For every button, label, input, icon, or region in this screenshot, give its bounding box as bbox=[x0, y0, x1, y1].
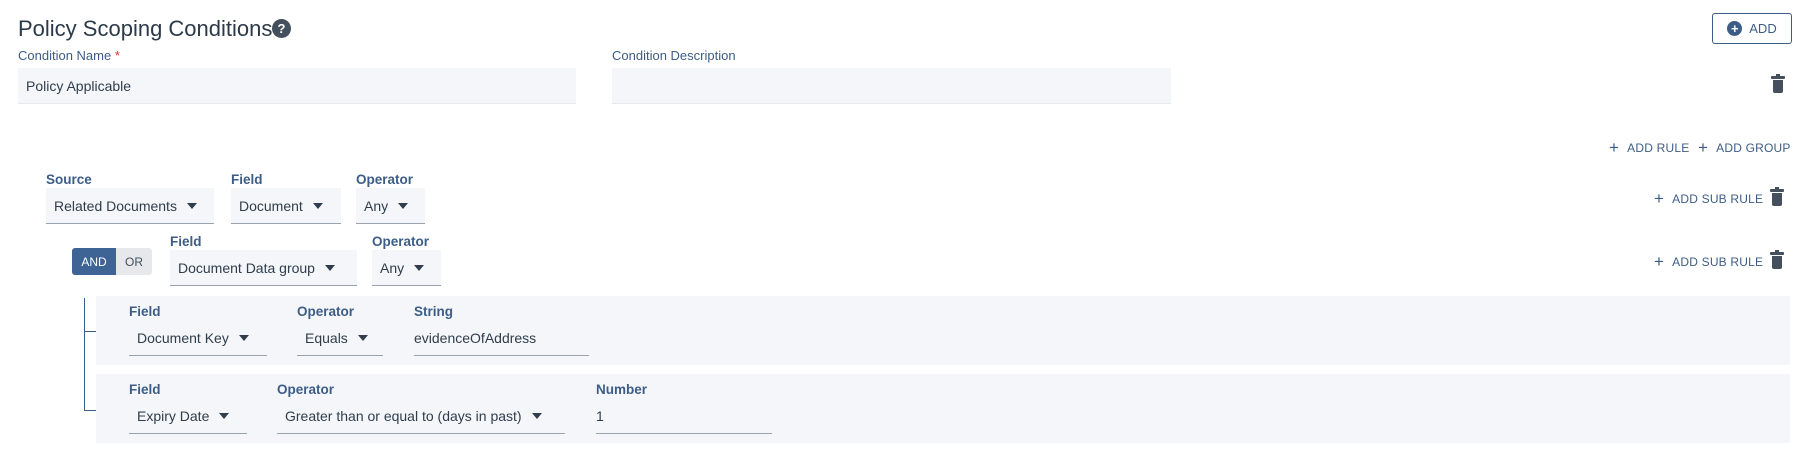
and-or-toggle[interactable]: AND OR bbox=[72, 248, 152, 275]
plus-icon: + bbox=[1654, 189, 1665, 208]
sub-rule-operator-select[interactable]: Equals bbox=[297, 320, 383, 356]
delete-rule-icon[interactable] bbox=[1770, 187, 1784, 206]
add-sub-rule-button[interactable]: + ADD SUB RULE bbox=[1654, 189, 1763, 208]
help-icon[interactable]: ? bbox=[272, 19, 291, 38]
sub-rule-value-label: String bbox=[414, 304, 453, 319]
sub-rule-string-input[interactable]: evidenceOfAddress bbox=[414, 320, 589, 356]
sub-rule-operator-select[interactable]: Greater than or equal to (days in past) bbox=[277, 398, 565, 434]
caret-down-icon bbox=[238, 334, 249, 341]
or-toggle[interactable]: OR bbox=[116, 248, 152, 275]
caret-down-icon bbox=[414, 264, 425, 271]
add-sub-rule-button[interactable]: + ADD SUB RULE bbox=[1654, 252, 1763, 271]
sub-rule-field-select[interactable]: Document Key bbox=[129, 320, 267, 356]
field-label: Field bbox=[231, 172, 263, 187]
group-branch-line bbox=[84, 298, 85, 411]
sub-rule-operator-label: Operator bbox=[297, 304, 355, 319]
sub-rule-number-input[interactable]: 1 bbox=[596, 398, 772, 434]
operator-select[interactable]: Any bbox=[356, 188, 425, 224]
field-select[interactable]: Document bbox=[231, 188, 341, 224]
plus-icon: + bbox=[1609, 138, 1620, 157]
plus-icon: + bbox=[1698, 138, 1709, 157]
sub-rule-value-label: Number bbox=[596, 382, 648, 397]
plus-icon: + bbox=[1654, 252, 1665, 271]
condition-description-label: Condition Description bbox=[612, 48, 736, 63]
and-toggle[interactable]: AND bbox=[72, 248, 116, 275]
delete-group-icon[interactable] bbox=[1770, 250, 1784, 269]
plus-circle-icon: + bbox=[1727, 21, 1743, 36]
sub-rule-field-label: Field bbox=[129, 304, 161, 319]
condition-name-label: Condition Name * bbox=[18, 48, 120, 63]
source-select[interactable]: Related Documents bbox=[46, 188, 214, 224]
add-button[interactable]: + ADD bbox=[1712, 13, 1792, 44]
group-operator-select[interactable]: Any bbox=[372, 250, 441, 286]
operator-label: Operator bbox=[356, 172, 414, 187]
caret-down-icon bbox=[531, 412, 542, 419]
sub-rule-operator-label: Operator bbox=[277, 382, 335, 397]
sub-rule-field-select[interactable]: Expiry Date bbox=[129, 398, 247, 434]
add-rule-button[interactable]: + ADD RULE bbox=[1609, 138, 1689, 157]
group-field-select[interactable]: Document Data group bbox=[170, 250, 357, 286]
group-field-label: Field bbox=[170, 234, 202, 249]
sub-rule-field-label: Field bbox=[129, 382, 161, 397]
caret-down-icon bbox=[219, 412, 230, 419]
caret-down-icon bbox=[398, 202, 409, 209]
caret-down-icon bbox=[312, 202, 323, 209]
required-marker: * bbox=[114, 48, 120, 63]
caret-down-icon bbox=[357, 334, 368, 341]
add-group-button[interactable]: + ADD GROUP bbox=[1698, 138, 1791, 157]
add-button-label: ADD bbox=[1749, 21, 1777, 36]
condition-description-input[interactable] bbox=[612, 68, 1171, 104]
caret-down-icon bbox=[324, 264, 335, 271]
source-label: Source bbox=[46, 172, 92, 187]
condition-name-input[interactable]: Policy Applicable bbox=[18, 68, 576, 104]
delete-condition-icon[interactable] bbox=[1771, 74, 1785, 93]
group-operator-label: Operator bbox=[372, 234, 430, 249]
caret-down-icon bbox=[186, 202, 197, 209]
page-title: Policy Scoping Conditions bbox=[18, 16, 273, 41]
